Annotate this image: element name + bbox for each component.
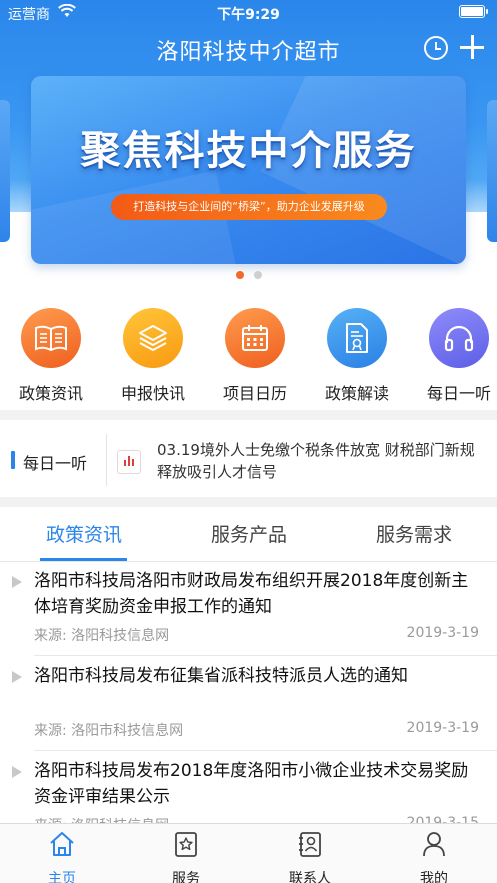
layers-icon bbox=[139, 325, 167, 351]
daily-listen-headline[interactable]: 03.19境外人士免缴个税条件放宽 财税部门新规释放吸引人才信号 bbox=[157, 439, 487, 483]
quick-entry-label: 项目日历 bbox=[222, 384, 287, 403]
tabbar-item-contacts[interactable]: 联系人 bbox=[265, 830, 355, 883]
list-item[interactable]: 洛阳市科技局发布征集省派科技特派员人选的通知 来源: 洛阳市科技信息网 2019… bbox=[0, 657, 497, 751]
tabbar-item-services[interactable]: 服务 bbox=[141, 830, 231, 883]
quick-entry-label: 每日一听 bbox=[426, 384, 491, 403]
document-icon bbox=[346, 323, 368, 353]
quick-entry-policy-interpretation[interactable]: 政策解读 bbox=[307, 308, 407, 404]
news-title: 洛阳市科技局发布2018年度洛阳市小微企业技术交易奖励资金评审结果公示 bbox=[34, 761, 469, 807]
home-icon bbox=[50, 832, 74, 856]
promo-banner[interactable]: 聚焦科技中介服务 打造科技与企业间的“桥梁”，助力企业发展升级 bbox=[31, 76, 466, 264]
quick-entry-policy-news[interactable]: 政策资讯 bbox=[1, 308, 101, 404]
quick-entry-project-calendar[interactable]: 项目日历 bbox=[205, 308, 305, 404]
calendar-icon bbox=[242, 325, 268, 351]
quick-entry-label: 申报快讯 bbox=[120, 384, 185, 403]
content-tabs: 政策资讯 服务产品 服务需求 bbox=[0, 507, 497, 562]
section-marker bbox=[11, 451, 15, 469]
quick-entry-declaration-news[interactable]: 申报快讯 bbox=[103, 308, 203, 404]
tab-service-products[interactable]: 服务产品 bbox=[179, 520, 319, 547]
pagination-dot-active[interactable] bbox=[235, 271, 244, 279]
banner-headline: 聚焦科技中介服务 bbox=[80, 128, 417, 174]
quick-entry-daily-listen[interactable]: 每日一听 bbox=[409, 308, 497, 404]
news-source: 来源: 洛阳市科技信息网 bbox=[34, 723, 184, 739]
tab-service-demands[interactable]: 服务需求 bbox=[344, 520, 484, 547]
tabbar-label: 我的 bbox=[420, 871, 448, 883]
triangle-right-icon bbox=[12, 766, 22, 778]
status-bar: 运营商 下午9:29 bbox=[0, 0, 497, 24]
banner-tagline: 打造科技与企业间的“桥梁”，助力企业发展升级 bbox=[111, 194, 387, 220]
contacts-icon bbox=[299, 832, 321, 857]
triangle-right-icon bbox=[12, 576, 22, 588]
tab-policy-news[interactable]: 政策资讯 bbox=[14, 520, 154, 547]
bottom-tab-bar: 主页 服务 联系人 我的 bbox=[0, 823, 497, 883]
quick-entry-circle bbox=[123, 308, 183, 368]
tabbar-item-mine[interactable]: 我的 bbox=[389, 830, 479, 883]
tabbar-item-home[interactable]: 主页 bbox=[17, 830, 107, 883]
quick-entry-circle bbox=[327, 308, 387, 368]
page-title: 洛阳科技中介超市 bbox=[156, 40, 341, 65]
star-card-icon bbox=[175, 832, 197, 857]
vertical-divider bbox=[106, 434, 107, 486]
banner-peek-next[interactable] bbox=[487, 100, 497, 242]
banner-peek-previous[interactable] bbox=[0, 100, 10, 242]
tabbar-label: 主页 bbox=[48, 871, 76, 883]
quick-entry-circle bbox=[21, 308, 81, 368]
daily-listen-bar[interactable]: 每日一听 03.19境外人士免缴个税条件放宽 财税部门新规释放吸引人才信号 bbox=[0, 420, 497, 498]
pagination-dot[interactable] bbox=[253, 271, 262, 279]
user-icon bbox=[423, 832, 445, 857]
book-icon bbox=[35, 325, 67, 352]
header: 运营商 下午9:29 洛阳科技中介超市 聚焦科技中介服务 打造科技与企业间的“桥… bbox=[0, 0, 497, 290]
section-divider bbox=[0, 497, 497, 507]
daily-listen-title: 每日一听 bbox=[23, 454, 88, 473]
quick-entry-label: 政策资讯 bbox=[18, 384, 83, 403]
triangle-right-icon bbox=[12, 671, 22, 683]
active-tab-indicator bbox=[40, 558, 127, 561]
news-title: 洛阳市科技局发布征集省派科技特派员人选的通知 bbox=[34, 666, 408, 686]
news-source: 来源: 洛阳科技信息网 bbox=[34, 628, 170, 644]
battery-icon bbox=[459, 5, 488, 18]
section-divider bbox=[0, 410, 497, 420]
tabbar-label: 服务 bbox=[172, 871, 200, 883]
banner-pagination bbox=[0, 271, 497, 279]
list-divider bbox=[34, 655, 497, 656]
list-item[interactable]: 洛阳市科技局洛阳市财政局发布组织开展2018年度创新主体培育奖励资金申报工作的通… bbox=[0, 562, 497, 656]
quick-entry-row: 政策资讯 申报快讯 项目日历 政策解读 每日一听 bbox=[0, 300, 497, 408]
add-icon[interactable] bbox=[460, 35, 484, 59]
headphones-icon bbox=[444, 325, 474, 352]
news-date: 2019-3-19 bbox=[406, 720, 479, 736]
news-date: 2019-3-19 bbox=[406, 625, 479, 641]
news-title: 洛阳市科技局洛阳市财政局发布组织开展2018年度创新主体培育奖励资金申报工作的通… bbox=[34, 571, 469, 617]
quick-entry-circle bbox=[429, 308, 489, 368]
audio-bars-icon bbox=[117, 450, 141, 474]
history-icon[interactable] bbox=[424, 36, 448, 60]
tabbar-label: 联系人 bbox=[289, 871, 331, 883]
quick-entry-circle bbox=[225, 308, 285, 368]
quick-entry-label: 政策解读 bbox=[324, 384, 389, 403]
list-divider bbox=[34, 750, 497, 751]
status-time: 下午9:29 bbox=[217, 7, 280, 23]
